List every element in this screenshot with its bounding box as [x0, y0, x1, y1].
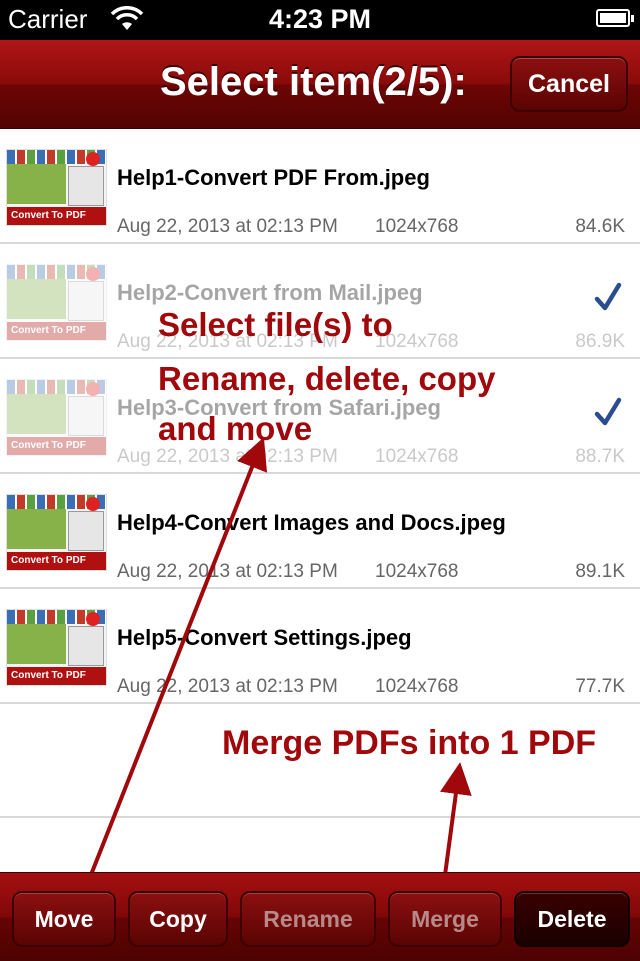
file-list: Convert To PDF Help1-Convert PDF From.jp… [0, 129, 640, 818]
file-size: 89.1K [575, 561, 625, 582]
checkmark-icon [594, 397, 622, 426]
file-thumbnail: Convert To PDF [6, 264, 107, 341]
thumbnail-label: Convert To PDF [7, 437, 106, 455]
file-size: 84.6K [575, 216, 625, 237]
annotation-select-line3: and move [158, 410, 313, 447]
file-date: Aug 22, 2013 at 02:13 PM [117, 561, 338, 582]
annotation-merge: Merge PDFs into 1 PDF [222, 724, 597, 762]
page-title: Select item(2/5): [160, 60, 467, 104]
file-name: Help4-Convert Images and Docs.jpeg [117, 510, 506, 535]
battery-icon [596, 9, 634, 27]
file-thumbnail: Convert To PDF [6, 494, 107, 571]
thumbnail-label: Convert To PDF [7, 552, 106, 570]
file-size: 77.7K [575, 676, 625, 697]
file-dimensions: 1024x768 [375, 446, 459, 467]
cancel-button[interactable]: Cancel [510, 56, 628, 112]
file-name: Help1-Convert PDF From.jpeg [117, 165, 430, 190]
delete-button[interactable]: Delete [514, 891, 630, 947]
file-thumbnail: Convert To PDF [6, 379, 107, 456]
rename-button[interactable]: Rename [240, 891, 376, 947]
file-row[interactable]: Convert To PDF Help4-Convert Images and … [0, 474, 640, 589]
file-row[interactable]: Convert To PDF Help5-Convert Settings.jp… [0, 589, 640, 704]
clock: 4:23 PM [268, 4, 372, 34]
file-dimensions: 1024x768 [375, 676, 459, 697]
annotation-select-line2: Rename, delete, copy [158, 360, 496, 397]
navigation-bar: Select item(2/5): Cancel [0, 40, 640, 129]
bottom-toolbar: Move Copy Rename Merge Delete [0, 872, 640, 961]
annotation-select-line1: Select file(s) to [158, 306, 393, 343]
file-dimensions: 1024x768 [375, 561, 459, 582]
checkmark-icon [594, 282, 622, 311]
file-name: Help2-Convert from Mail.jpeg [117, 280, 423, 305]
file-size: 86.9K [575, 331, 625, 352]
file-size: 88.7K [575, 446, 625, 467]
copy-button[interactable]: Copy [128, 891, 228, 947]
file-dimensions: 1024x768 [375, 216, 459, 237]
file-row[interactable]: Convert To PDF Help1-Convert PDF From.jp… [0, 129, 640, 244]
file-date: Aug 22, 2013 at 02:13 PM [117, 446, 338, 467]
file-thumbnail: Convert To PDF [6, 149, 107, 226]
thumbnail-label: Convert To PDF [7, 322, 106, 340]
file-thumbnail: Convert To PDF [6, 609, 107, 686]
move-button[interactable]: Move [12, 891, 116, 947]
status-bar: Carrier 4:23 PM [0, 0, 640, 40]
merge-button[interactable]: Merge [388, 891, 502, 947]
thumbnail-label: Convert To PDF [7, 667, 106, 685]
file-date: Aug 22, 2013 at 02:13 PM [117, 676, 338, 697]
file-date: Aug 22, 2013 at 02:13 PM [117, 216, 338, 237]
thumbnail-label: Convert To PDF [7, 207, 106, 225]
file-name: Help5-Convert Settings.jpeg [117, 625, 412, 650]
